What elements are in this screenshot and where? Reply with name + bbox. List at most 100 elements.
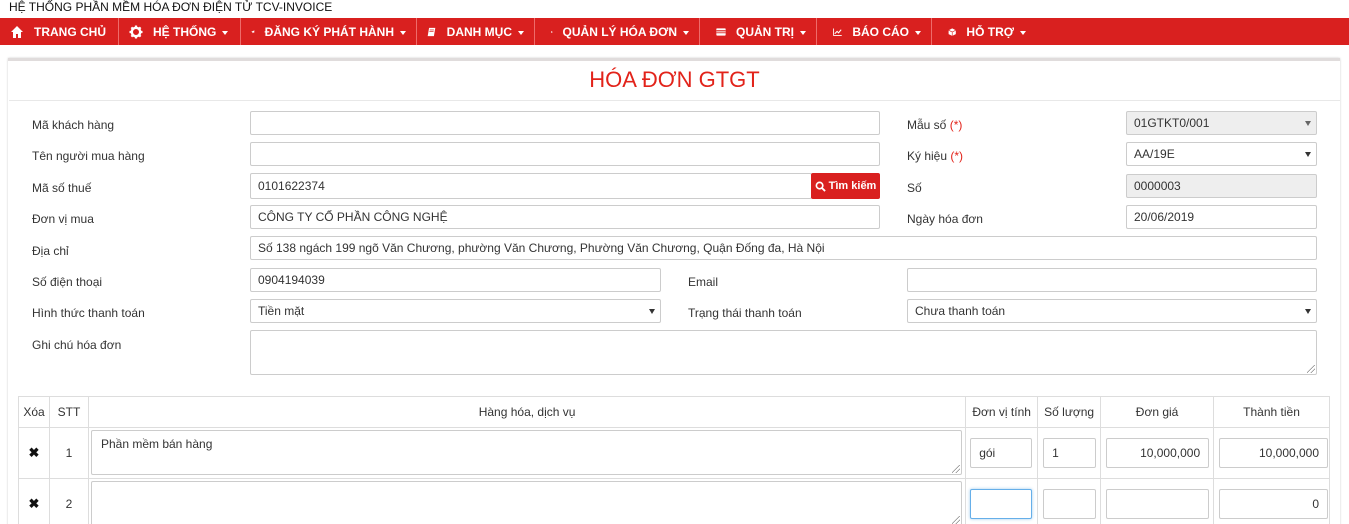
- book-icon: [427, 27, 436, 36]
- nav-admin-label: QUẢN TRỊ: [736, 24, 794, 39]
- col-delete-header: Xóa: [18, 396, 50, 428]
- home-icon: [11, 25, 23, 38]
- delete-row-button[interactable]: ✖: [18, 427, 50, 479]
- payment-status-select[interactable]: Chưa thanh toán: [907, 299, 1317, 323]
- page-title: HÓA ĐƠN GTGT: [589, 67, 760, 92]
- search-button-label: Tìm kiếm: [828, 180, 877, 192]
- qty-input[interactable]: [1043, 489, 1097, 519]
- dropdown-arrow-icon: [1305, 309, 1311, 314]
- qty-input[interactable]: 1: [1043, 438, 1097, 468]
- nav-support[interactable]: HỖ TRỢ: [932, 18, 1036, 45]
- col-qty-header: Số lượng: [1037, 396, 1102, 428]
- search-button[interactable]: Tìm kiếm: [811, 173, 880, 199]
- col-stt-header: STT: [48, 396, 89, 428]
- cube-icon: [948, 27, 956, 36]
- dropdown-arrow-icon: [1305, 152, 1311, 157]
- table-header-row: Xóa STT Hàng hóa, dịch vụ Đơn vị tính Số…: [18, 396, 1330, 428]
- nav-admin[interactable]: QUẢN TRỊ: [700, 18, 817, 45]
- chevron-down-icon: [915, 30, 921, 35]
- tax-code-input[interactable]: 0101622374: [250, 173, 812, 199]
- nav-support-label: HỖ TRỢ: [966, 24, 1014, 39]
- chevron-down-icon: [800, 30, 806, 35]
- email-input[interactable]: [907, 268, 1317, 292]
- amount-cell: 10,000,000: [1213, 427, 1330, 479]
- nav-catalog[interactable]: DANH MỤC: [417, 18, 535, 45]
- item-cell: Phần mềm bán hàng: [87, 427, 967, 479]
- note-textarea[interactable]: [250, 330, 1317, 375]
- nav-register[interactable]: ĐĂNG KÝ PHÁT HÀNH: [241, 18, 417, 45]
- unit-cell: gói: [965, 427, 1039, 479]
- unit-input[interactable]: [970, 489, 1033, 519]
- unit-input[interactable]: gói: [970, 438, 1033, 468]
- payment-status-value: Chưa thanh toán: [915, 304, 1006, 318]
- item-textarea[interactable]: Phần mềm bán hàng: [90, 430, 962, 475]
- required-mark: (*): [950, 149, 964, 163]
- col-amount-header: Thành tiền: [1213, 396, 1330, 428]
- payment-method-value: Tiền mặt: [258, 304, 305, 318]
- nav-home-label: TRANG CHỦ: [34, 24, 106, 39]
- delete-row-button[interactable]: ✖: [18, 478, 50, 524]
- nav-reports-label: BÁO CÁO: [852, 24, 909, 39]
- symbol-select[interactable]: AA/19E: [1126, 142, 1317, 166]
- invoice-items-table: Xóa STT Hàng hóa, dịch vụ Đơn vị tính Số…: [18, 396, 1330, 524]
- buyer-name-input[interactable]: [250, 142, 880, 166]
- search-icon: [815, 181, 826, 192]
- price-input[interactable]: 10,000,000: [1106, 438, 1210, 468]
- invoice-date-input[interactable]: 20/06/2019: [1126, 205, 1317, 229]
- price-input[interactable]: [1106, 489, 1210, 519]
- amount-cell: 0: [1213, 478, 1330, 524]
- dropdown-arrow-icon: [1305, 121, 1311, 126]
- card-icon: [716, 27, 726, 36]
- payment-method-label: Hình thức thanh toán: [32, 306, 145, 320]
- buyer-unit-label: Đơn vị mua: [32, 212, 94, 226]
- unit-cell: [965, 478, 1039, 524]
- template-label-text: Mẫu số: [907, 118, 947, 132]
- item-textarea[interactable]: [90, 481, 962, 524]
- nav-catalog-label: DANH MỤC: [446, 24, 512, 39]
- buyer-unit-input[interactable]: CÔNG TY CỔ PHẦN CÔNG NGHỆ: [250, 205, 880, 229]
- amount-input[interactable]: 10,000,000: [1219, 438, 1329, 468]
- address-input[interactable]: Số 138 ngách 199 ngõ Văn Chương, phường …: [250, 236, 1317, 260]
- row-stt: 2: [48, 478, 89, 524]
- nav-register-label: ĐĂNG KÝ PHÁT HÀNH: [264, 24, 394, 39]
- resize-grip-icon[interactable]: [1307, 365, 1315, 373]
- payment-method-select[interactable]: Tiền mặt: [250, 299, 661, 323]
- nav-invoice-management-label: QUẢN LÝ HÓA ĐƠN: [562, 24, 677, 39]
- customer-code-input[interactable]: [250, 111, 880, 135]
- symbol-label: Ký hiệu (*): [907, 149, 963, 163]
- app-title: HỆ THỐNG PHẦN MỀM HÓA ĐƠN ĐIỆN TỬ TCV-IN…: [0, 0, 1349, 18]
- customer-code-label: Mã khách hàng: [32, 118, 115, 132]
- dropdown-arrow-icon: [649, 309, 655, 314]
- line-chart-icon: [833, 28, 842, 36]
- plane-icon: [251, 29, 255, 33]
- tax-code-label: Mã số thuế: [32, 181, 92, 195]
- nav-reports[interactable]: BÁO CÁO: [817, 18, 932, 45]
- address-label: Địa chỉ: [32, 244, 69, 258]
- phone-label: Số điện thoại: [32, 275, 103, 289]
- nav-invoice-management[interactable]: QUẢN LÝ HÓA ĐƠN: [535, 18, 700, 45]
- gear-icon: [129, 25, 143, 38]
- item-value: Phần mềm bán hàng: [100, 437, 213, 451]
- nav-home[interactable]: TRANG CHỦ: [0, 18, 119, 45]
- chevron-down-icon: [683, 30, 689, 35]
- note-label: Ghi chú hóa đơn: [32, 338, 122, 352]
- qty-cell: 1: [1037, 427, 1102, 479]
- nav-system[interactable]: HỆ THỐNG: [119, 18, 241, 45]
- resize-grip-icon[interactable]: [951, 516, 960, 524]
- col-price-header: Đơn giá: [1100, 396, 1215, 428]
- chevron-down-icon: [518, 30, 524, 35]
- symbol-label-text: Ký hiệu: [907, 149, 948, 163]
- symbol-value: AA/19E: [1134, 147, 1175, 161]
- number-label: Số: [907, 181, 922, 195]
- invoice-date-label: Ngày hóa đơn: [907, 212, 983, 226]
- amount-input[interactable]: 0: [1219, 489, 1329, 519]
- required-mark: (*): [949, 118, 963, 132]
- resize-grip-icon[interactable]: [951, 465, 960, 473]
- table-row: ✖ 2 0: [18, 478, 1330, 524]
- template-select[interactable]: 01GTKT0/001: [1126, 111, 1317, 135]
- price-cell: 10,000,000: [1100, 427, 1215, 479]
- number-input[interactable]: 0000003: [1126, 174, 1317, 198]
- table-row: ✖ 1 Phần mềm bán hàng gói 1 10,000,000 1…: [18, 427, 1330, 479]
- phone-input[interactable]: 0904194039: [250, 268, 661, 292]
- buyer-name-label: Tên người mua hàng: [32, 149, 145, 163]
